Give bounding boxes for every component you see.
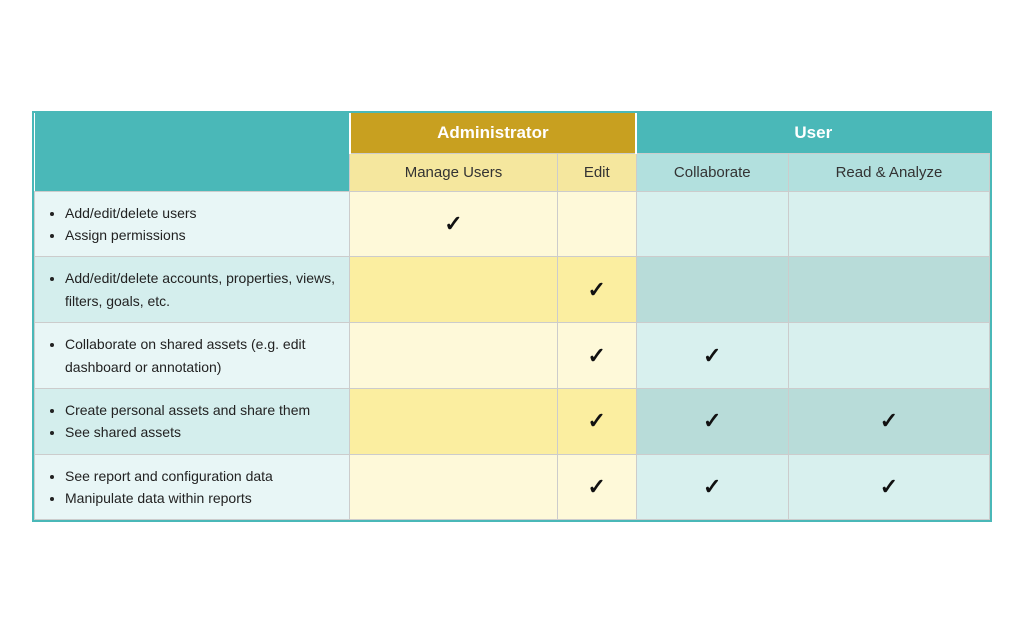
header-row-1: Administrator User (35, 113, 990, 154)
feature-cell-4: Create personal assets and share themSee… (35, 388, 350, 454)
feature-item: Assign permissions (65, 224, 337, 246)
check-cell-edit-row3: ✓ (557, 323, 636, 389)
check-cell-manage-row4 (350, 388, 558, 454)
check-cell-edit-row4: ✓ (557, 388, 636, 454)
permissions-table: Administrator User Manage Users Edit Col… (32, 111, 992, 523)
feature-item: Create personal assets and share them (65, 399, 337, 421)
feature-item: See report and configuration data (65, 465, 337, 487)
feature-item: Add/edit/delete accounts, properties, vi… (65, 267, 337, 312)
checkmark-icon: ✓ (570, 474, 624, 500)
feature-cell-2: Add/edit/delete accounts, properties, vi… (35, 257, 350, 323)
check-cell-manage-row2 (350, 257, 558, 323)
check-cell-read_analyze-row3 (788, 323, 989, 389)
header-row-2: Manage Users Edit Collaborate Read & Ana… (35, 153, 990, 191)
check-cell-collaborate-row3: ✓ (636, 323, 788, 389)
feature-cell-5: See report and configuration dataManipul… (35, 454, 350, 520)
checkmark-icon: ✓ (570, 408, 624, 434)
check-cell-collaborate-row2 (636, 257, 788, 323)
check-cell-read_analyze-row2 (788, 257, 989, 323)
check-cell-edit-row1 (557, 191, 636, 257)
checkmark-icon: ✓ (801, 408, 977, 434)
checkmark-icon: ✓ (649, 343, 776, 369)
subheader-empty (35, 153, 350, 191)
feature-cell-3: Collaborate on shared assets (e.g. edit … (35, 323, 350, 389)
header-user: User (636, 113, 989, 154)
feature-item: Manipulate data within reports (65, 487, 337, 509)
subheader-read-analyze: Read & Analyze (788, 153, 989, 191)
checkmark-icon: ✓ (362, 211, 545, 237)
checkmark-icon: ✓ (570, 343, 624, 369)
check-cell-manage-row5 (350, 454, 558, 520)
check-cell-manage-row3 (350, 323, 558, 389)
check-cell-edit-row5: ✓ (557, 454, 636, 520)
table-row-4: Create personal assets and share themSee… (35, 388, 990, 454)
header-administrator: Administrator (350, 113, 636, 154)
checkmark-icon: ✓ (801, 474, 977, 500)
checkmark-icon: ✓ (570, 277, 624, 303)
subheader-manage-users: Manage Users (350, 153, 558, 191)
checkmark-icon: ✓ (649, 408, 776, 434)
check-cell-read_analyze-row5: ✓ (788, 454, 989, 520)
check-cell-read_analyze-row1 (788, 191, 989, 257)
subheader-edit: Edit (557, 153, 636, 191)
table-row-2: Add/edit/delete accounts, properties, vi… (35, 257, 990, 323)
subheader-collaborate: Collaborate (636, 153, 788, 191)
table-row-3: Collaborate on shared assets (e.g. edit … (35, 323, 990, 389)
feature-cell-1: Add/edit/delete usersAssign permissions (35, 191, 350, 257)
checkmark-icon: ✓ (649, 474, 776, 500)
check-cell-edit-row2: ✓ (557, 257, 636, 323)
check-cell-collaborate-row1 (636, 191, 788, 257)
feature-item: Add/edit/delete users (65, 202, 337, 224)
check-cell-read_analyze-row4: ✓ (788, 388, 989, 454)
check-cell-manage-row1: ✓ (350, 191, 558, 257)
feature-item: See shared assets (65, 421, 337, 443)
check-cell-collaborate-row4: ✓ (636, 388, 788, 454)
table-row-1: Add/edit/delete usersAssign permissions ✓ (35, 191, 990, 257)
feature-item: Collaborate on shared assets (e.g. edit … (65, 333, 337, 378)
table-row-5: See report and configuration dataManipul… (35, 454, 990, 520)
check-cell-collaborate-row5: ✓ (636, 454, 788, 520)
header-empty (35, 113, 350, 154)
